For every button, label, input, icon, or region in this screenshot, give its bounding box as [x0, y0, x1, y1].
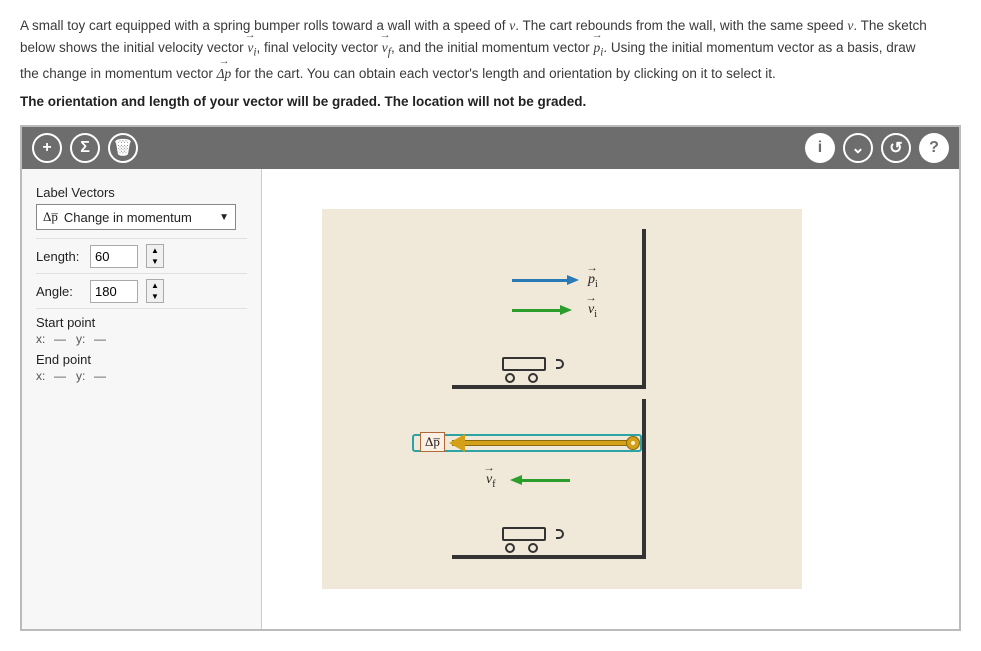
- length-up-button[interactable]: ▲: [147, 245, 163, 256]
- vector-pi-head: [567, 275, 579, 285]
- vector-pi-label: pi: [588, 270, 598, 290]
- info-button[interactable]: i: [805, 133, 835, 163]
- angle-spinner: ▲ ▼: [146, 279, 164, 303]
- vector-vi[interactable]: [512, 309, 560, 312]
- vector-vf-head: [510, 475, 522, 485]
- angle-label: Angle:: [36, 284, 82, 299]
- info-icon: i: [818, 139, 822, 157]
- vector-vf-label: vf: [486, 470, 496, 490]
- help-button[interactable]: ?: [919, 133, 949, 163]
- drawing-canvas[interactable]: pi vi vf: [262, 169, 959, 629]
- selected-vector-desc: Change in momentum: [64, 210, 192, 225]
- angle-row: Angle: ▲ ▼: [36, 273, 247, 308]
- reset-icon: ↺: [889, 138, 902, 158]
- vector-delta-p-label: Δp̅: [420, 432, 445, 452]
- floor-top: [452, 385, 646, 389]
- sigma-icon: Σ: [80, 139, 90, 157]
- label-vectors-heading: Label Vectors: [36, 179, 247, 204]
- sum-vectors-button[interactable]: Σ: [70, 133, 100, 163]
- chevron-down-icon: ⌄: [851, 138, 864, 158]
- workspace: Label Vectors Δp̅ Change in momentum ▼ L…: [22, 169, 959, 629]
- vector-selector-dropdown[interactable]: Δp̅ Change in momentum ▼: [36, 204, 236, 230]
- plus-icon: +: [42, 139, 51, 157]
- cart-after: [502, 527, 556, 551]
- vector-vi-head: [560, 305, 572, 315]
- wall-bottom-vertical: [642, 399, 646, 559]
- end-y-value: —: [94, 369, 106, 383]
- grading-note: The orientation and length of your vecto…: [0, 90, 981, 125]
- question-icon: ?: [929, 139, 939, 157]
- toolbar: + Σ 🗑 i ⌄ ↺ ?: [22, 127, 959, 169]
- problem-instructions: A small toy cart equipped with a spring …: [0, 0, 981, 90]
- vector-tool-frame: + Σ 🗑 i ⌄ ↺ ? Label Vectors Δp̅ Change i…: [20, 125, 961, 631]
- angle-down-button[interactable]: ▼: [147, 291, 163, 302]
- scene: pi vi vf: [322, 209, 802, 589]
- start-y-value: —: [94, 332, 106, 346]
- vector-pi[interactable]: [512, 279, 567, 282]
- length-input[interactable]: [90, 245, 138, 268]
- length-down-button[interactable]: ▼: [147, 256, 163, 267]
- length-row: Length: ▲ ▼: [36, 238, 247, 273]
- start-point-section: Start point x:— y:— End point x:— y:—: [36, 308, 247, 394]
- selected-vector-symbol: Δp̅: [43, 209, 58, 225]
- chevron-down-icon: ▼: [219, 212, 229, 223]
- start-x-value: —: [54, 332, 66, 346]
- wall-top-vertical: [642, 229, 646, 389]
- properties-panel: Label Vectors Δp̅ Change in momentum ▼ L…: [22, 169, 262, 629]
- end-x-value: —: [54, 369, 66, 383]
- expand-button[interactable]: ⌄: [843, 133, 873, 163]
- vector-vi-label: vi: [588, 300, 597, 320]
- length-label: Length:: [36, 249, 82, 264]
- delete-vector-button[interactable]: 🗑: [108, 133, 138, 163]
- length-spinner: ▲ ▼: [146, 244, 164, 268]
- angle-input[interactable]: [90, 280, 138, 303]
- reset-button[interactable]: ↺: [881, 133, 911, 163]
- angle-up-button[interactable]: ▲: [147, 280, 163, 291]
- floor-bottom: [452, 555, 646, 559]
- vector-vf[interactable]: [522, 479, 570, 482]
- add-vector-button[interactable]: +: [32, 133, 62, 163]
- trash-icon: 🗑: [113, 138, 133, 158]
- cart-before: [502, 357, 556, 381]
- end-point-label: End point: [36, 352, 247, 367]
- start-point-label: Start point: [36, 315, 247, 330]
